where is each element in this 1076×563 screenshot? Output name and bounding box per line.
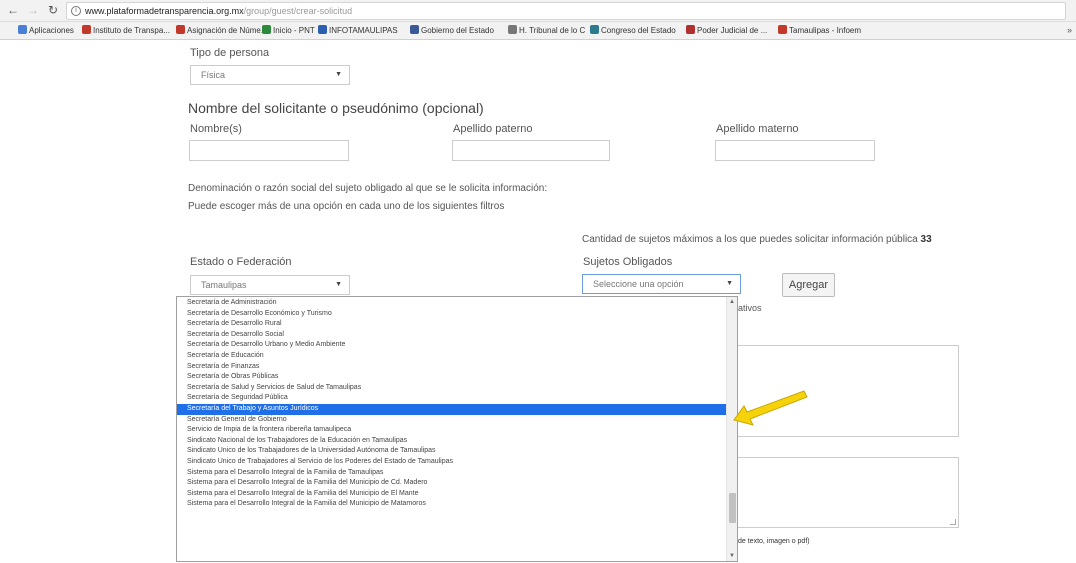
- url-path: /group/guest/crear-solicitud: [243, 6, 353, 16]
- bookmark-label: Gobierno del Estado: [421, 26, 494, 35]
- caret-down-icon: ▼: [335, 281, 342, 288]
- cantidad-text: Cantidad de sujetos máximos a los que pu…: [582, 234, 918, 245]
- sujetos-dropdown-list[interactable]: Secretaría de Administración Secretaría d…: [176, 296, 738, 562]
- bookmark-item[interactable]: Tamaulipas - Infoem: [778, 25, 861, 37]
- scroll-up-icon[interactable]: ▲: [727, 297, 737, 307]
- estado-value: Tamaulipas: [201, 280, 247, 290]
- bookmark-favicon-icon: [686, 25, 695, 34]
- dropdown-option[interactable]: Sindicato Único de Trabajadores al Servi…: [177, 457, 728, 468]
- reload-icon[interactable]: ↻: [46, 3, 60, 17]
- url-field[interactable]: i www.plataformadetransparencia.org.mx/g…: [66, 2, 1066, 20]
- back-arrow-icon[interactable]: ←: [6, 3, 20, 17]
- dropdown-option[interactable]: Secretaría del Trabajo y Asuntos Jurídic…: [177, 403, 728, 415]
- bookmarks-bar: Aplicaciones Instituto de Transpa... Asign…: [0, 22, 1076, 40]
- dropdown-option[interactable]: Secretaría de Administración: [177, 298, 728, 309]
- bookmark-favicon-icon: [318, 25, 327, 34]
- cantidad-row: Cantidad de sujetos máximos a los que pu…: [582, 234, 932, 245]
- dropdown-option[interactable]: Secretaría General de Gobierno: [177, 415, 728, 426]
- bookmarks-more-icon[interactable]: »: [1067, 25, 1072, 35]
- bookmark-favicon-icon: [262, 25, 271, 34]
- resize-grip-icon[interactable]: [950, 519, 956, 525]
- dropdown-option[interactable]: Secretaría de Obras Públicas: [177, 372, 728, 383]
- dropdown-option[interactable]: Sindicato Nacional de los Trabajadores d…: [177, 436, 728, 447]
- dropdown-option[interactable]: Secretaría de Desarrollo Económico y Tur…: [177, 309, 728, 320]
- puede-text: Puede escoger más de una opción en cada …: [188, 201, 505, 212]
- bookmark-item[interactable]: H. Tribunal de lo C: [508, 25, 585, 37]
- bookmark-item[interactable]: Poder Judicial de ...: [686, 25, 767, 37]
- otros-datos-textarea[interactable]: [737, 457, 959, 528]
- dropdown-option[interactable]: Secretaría de Seguridad Pública: [177, 393, 728, 404]
- cantidad-value: 33: [920, 234, 932, 245]
- apellido-paterno-label: Apellido paterno: [453, 123, 533, 135]
- dropdown-option[interactable]: Secretaría de Salud y Servicios de Salud…: [177, 383, 728, 394]
- scroll-down-icon[interactable]: ▼: [727, 551, 737, 561]
- bookmark-label: Aplicaciones: [29, 26, 74, 35]
- bookmark-favicon-icon: [508, 25, 517, 34]
- bookmark-favicon-icon: [176, 25, 185, 34]
- apellido-materno-input[interactable]: [715, 140, 875, 161]
- caret-down-icon: ▼: [335, 71, 342, 78]
- bookmark-favicon-icon: [410, 25, 419, 34]
- nombre-label: Nombre(s): [190, 123, 242, 135]
- nombre-input[interactable]: [189, 140, 349, 161]
- partial-text-archivo: de texto, imagen o pdf): [738, 538, 810, 545]
- dropdown-option[interactable]: Secretaría de Desarrollo Urbano y Medio …: [177, 340, 728, 351]
- tipo-persona-select[interactable]: Física ▼: [190, 65, 350, 85]
- yellow-arrow-icon: [733, 390, 808, 426]
- sujetos-placeholder: Seleccione una opción: [593, 279, 684, 289]
- dropdown-option[interactable]: Sistema para el Desarrollo Integral de l…: [177, 499, 728, 510]
- tipo-persona-value: Física: [201, 70, 226, 80]
- sujetos-select[interactable]: Seleccione una opción ▼: [582, 274, 741, 294]
- denominacion-text: Denominación o razón social del sujeto o…: [188, 183, 548, 194]
- dropdown-option[interactable]: Servicio de Impia de la frontera ribereñ…: [177, 425, 728, 436]
- dropdown-option[interactable]: Sistema para el Desarrollo Integral de l…: [177, 468, 728, 479]
- bookmark-label: Instituto de Transpa...: [93, 26, 170, 35]
- dropdown-option[interactable]: Sistema para el Desarrollo Integral de l…: [177, 489, 728, 500]
- dropdown-scrollbar[interactable]: ▲ ▼: [726, 297, 737, 561]
- bookmark-item[interactable]: Gobierno del Estado: [410, 25, 494, 37]
- caret-down-icon: ▼: [726, 280, 733, 287]
- bookmark-item[interactable]: INFOTAMAULIPAS: [318, 25, 398, 37]
- solicitante-heading: Nombre del solicitante o pseudónimo (opc…: [188, 100, 484, 116]
- bookmark-label: Tamaulipas - Infoem: [789, 26, 862, 35]
- bookmark-item[interactable]: Instituto de Transpa...: [82, 25, 170, 37]
- browser-address-bar: ← → ↻ i www.plataformadetransparencia.or…: [0, 0, 1076, 22]
- bookmark-label: INFOTAMAULIPAS: [329, 26, 398, 35]
- bookmark-label: Congreso del Estado: [601, 26, 676, 35]
- forward-arrow-icon[interactable]: →: [26, 3, 40, 17]
- dropdown-option[interactable]: Secretaría de Desarrollo Social: [177, 330, 728, 341]
- bookmark-item[interactable]: Congreso del Estado: [590, 25, 676, 37]
- partial-text-ativos: ativos: [738, 303, 762, 313]
- bookmark-label: H. Tribunal de lo C: [519, 26, 586, 35]
- agregar-button[interactable]: Agregar: [782, 273, 835, 297]
- tipo-persona-label: Tipo de persona: [190, 47, 270, 59]
- bookmark-label: Asignación de Núme...: [187, 26, 268, 35]
- bookmark-favicon-icon: [778, 25, 787, 34]
- sujetos-label: Sujetos Obligados: [583, 256, 673, 268]
- dropdown-option[interactable]: Sistema para el Desarrollo Integral de l…: [177, 478, 728, 489]
- apellido-materno-label: Apellido materno: [716, 123, 799, 135]
- bookmark-favicon-icon: [590, 25, 599, 34]
- scrollbar-thumb[interactable]: [729, 493, 736, 523]
- info-icon[interactable]: i: [71, 6, 81, 16]
- url-domain: www.plataformadetransparencia.org.mx: [85, 6, 244, 16]
- dropdown-option[interactable]: Secretaría de Desarrollo Rural: [177, 319, 728, 330]
- dropdown-option[interactable]: Secretaría de Finanzas: [177, 362, 728, 373]
- bookmark-item[interactable]: Aplicaciones: [18, 25, 74, 37]
- bookmark-favicon-icon: [82, 25, 91, 34]
- dropdown-option[interactable]: Secretaría de Educación: [177, 351, 728, 362]
- bookmark-favicon-icon: [18, 25, 27, 34]
- estado-select[interactable]: Tamaulipas ▼: [190, 275, 350, 295]
- bookmark-item[interactable]: Asignación de Núme...: [176, 25, 268, 37]
- bookmark-item[interactable]: Inicio - PNT: [262, 25, 315, 37]
- apellido-paterno-input[interactable]: [452, 140, 610, 161]
- bookmark-label: Poder Judicial de ...: [697, 26, 768, 35]
- dropdown-option[interactable]: Sindicato Único de los Trabajadores de l…: [177, 446, 728, 457]
- bookmark-label: Inicio - PNT: [273, 26, 315, 35]
- estado-label: Estado o Federación: [190, 256, 292, 268]
